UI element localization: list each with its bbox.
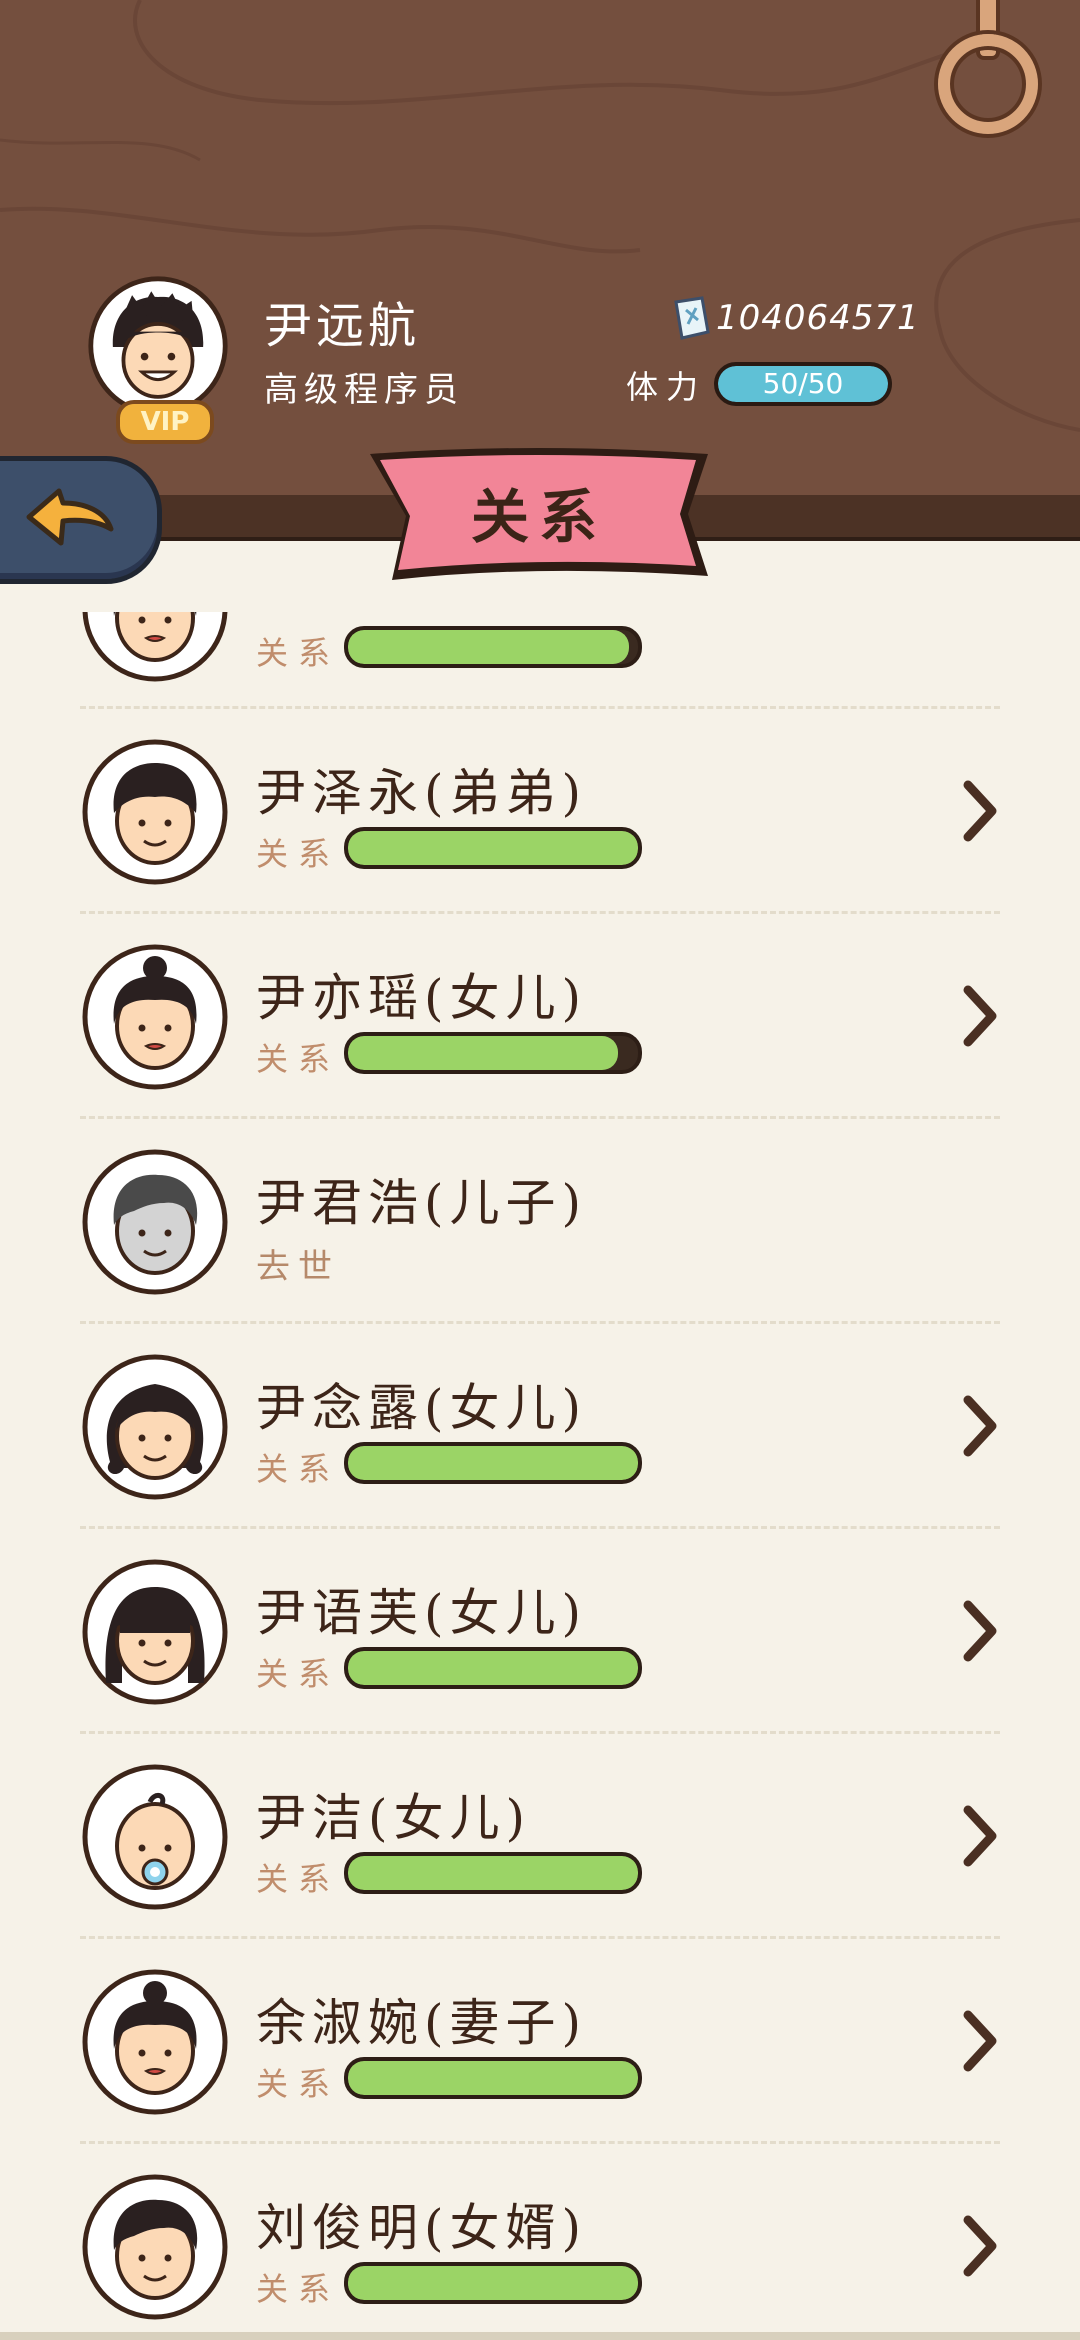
relation-bar-fill [348, 1856, 638, 1890]
back-arrow-icon [26, 488, 114, 546]
banknote-icon [674, 296, 710, 340]
member-name: 尹语芙(女儿) [256, 1584, 588, 1642]
stamina-bar: 50/50 [714, 362, 892, 406]
stamina-value: 50/50 [762, 367, 844, 400]
relation-label: 关系 [256, 835, 341, 873]
chevron-right-icon[interactable] [960, 779, 1000, 843]
relationship-row: 尹君浩(儿子) 去世 [0, 1119, 1080, 1324]
avatar [82, 2174, 228, 2320]
avatar [82, 944, 228, 1090]
relation-bar-fill [348, 1651, 638, 1685]
member-name: 尹泽永(弟弟) [256, 764, 588, 822]
relationship-row[interactable]: 尹洁(女儿) 关系 [0, 1734, 1080, 1939]
chevron-right-icon[interactable] [960, 1599, 1000, 1663]
relation-label: 关系 [256, 634, 341, 672]
relation-label: 关系 [256, 2270, 341, 2308]
relation-label: 关系 [256, 1450, 341, 1488]
avatar [82, 1149, 228, 1295]
pull-ring-icon[interactable] [938, 34, 1038, 134]
relationship-row[interactable]: 关系 [0, 612, 1080, 709]
member-name: 尹君浩(儿子) [256, 1174, 588, 1232]
relation-bar-fill [348, 831, 638, 865]
relation-bar-fill [348, 2266, 638, 2300]
relationship-row[interactable]: 尹念露(女儿) 关系 [0, 1324, 1080, 1529]
avatar [82, 1559, 228, 1705]
relation-bar [344, 827, 642, 869]
chevron-right-icon[interactable] [960, 2214, 1000, 2278]
member-name: 尹念露(女儿) [256, 1379, 588, 1437]
bottom-edge [0, 2332, 1080, 2340]
relation-label: 关系 [256, 1655, 341, 1693]
relation-bar-fill [348, 2061, 638, 2095]
avatar [82, 1354, 228, 1500]
avatar [82, 1764, 228, 1910]
avatar [82, 1969, 228, 2115]
header: VIP 尹远航 高级程序员 104064571 体力 50/50 [0, 0, 1080, 541]
relation-bar-fill [348, 630, 630, 664]
chevron-right-icon[interactable] [960, 1804, 1000, 1868]
relation-bar [344, 1032, 642, 1074]
relation-label: 关系 [256, 2065, 341, 2103]
user-name: 尹远航 [264, 298, 421, 354]
money-value: 104064571 [716, 298, 920, 338]
vip-badge: VIP [116, 400, 214, 444]
title-banner: 关系 [366, 440, 712, 588]
relation-bar [344, 2057, 642, 2099]
relationship-row[interactable]: 刘俊明(女婿) 关系 [0, 2144, 1080, 2340]
profile-avatar[interactable] [86, 274, 230, 418]
relation-bar [344, 626, 642, 668]
page-title: 关系 [470, 483, 607, 551]
relationship-row[interactable]: 尹语芙(女儿) 关系 [0, 1529, 1080, 1734]
user-title: 高级程序员 [264, 370, 464, 410]
relation-bar [344, 1442, 642, 1484]
member-name: 刘俊明(女婿) [256, 2199, 588, 2257]
relationship-list[interactable]: 关系 尹泽永(弟弟) 关系 尹亦瑶(女儿) 关系 尹君浩(儿子) 去世 尹念露(女儿)… [0, 612, 1080, 2340]
relationship-row[interactable]: 尹亦瑶(女儿) 关系 [0, 914, 1080, 1119]
avatar [82, 612, 228, 682]
relationship-row[interactable]: 尹泽永(弟弟) 关系 [0, 709, 1080, 914]
relation-bar-fill [348, 1036, 618, 1070]
chevron-right-icon[interactable] [960, 2009, 1000, 2073]
relation-bar [344, 1852, 642, 1894]
relationship-row[interactable]: 余淑婉(妻子) 关系 [0, 1939, 1080, 2144]
chevron-right-icon[interactable] [960, 984, 1000, 1048]
member-name: 尹洁(女儿) [256, 1789, 532, 1847]
chevron-right-icon[interactable] [960, 1394, 1000, 1458]
relationship-rows: 关系 尹泽永(弟弟) 关系 尹亦瑶(女儿) 关系 尹君浩(儿子) 去世 尹念露(女儿)… [0, 612, 1080, 2340]
stamina-label: 体力 [626, 368, 707, 406]
relation-bar [344, 2262, 642, 2304]
member-name: 尹亦瑶(女儿) [256, 969, 588, 1027]
back-button[interactable] [0, 456, 162, 584]
status-deceased: 去世 [256, 1247, 340, 1287]
relation-label: 关系 [256, 1040, 341, 1078]
member-name: 余淑婉(妻子) [256, 1994, 588, 2052]
relation-bar-fill [348, 1446, 638, 1480]
avatar [82, 739, 228, 885]
relation-bar [344, 1647, 642, 1689]
relation-label: 关系 [256, 1860, 341, 1898]
